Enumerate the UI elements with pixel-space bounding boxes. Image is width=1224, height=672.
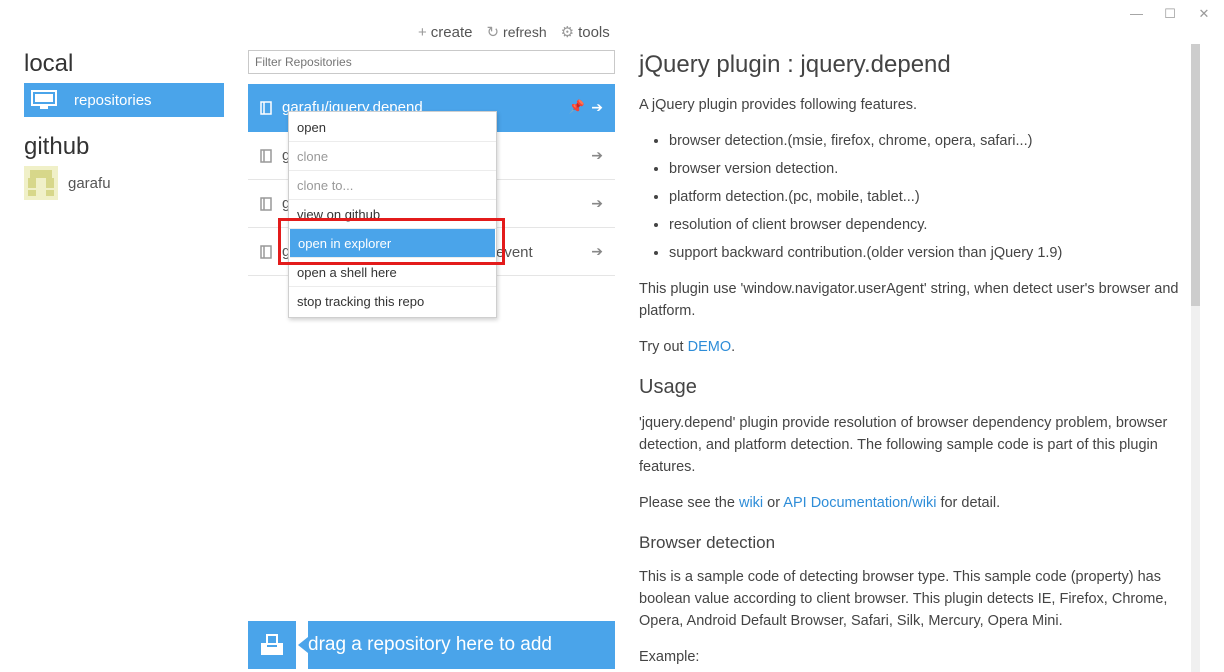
gear-icon: ⚙ (560, 24, 575, 41)
nav-item-repositories[interactable]: repositories (24, 83, 224, 117)
see-prefix: Please see the (639, 495, 739, 511)
tryout-paragraph: Try out DEMO. (639, 336, 1184, 358)
wiki-link[interactable]: wiki (739, 495, 763, 511)
arrow-right-icon[interactable]: ➔ (591, 243, 603, 260)
menu-item-clone-to[interactable]: clone to... (289, 171, 496, 200)
github-heading: github (24, 133, 90, 160)
dropzone[interactable]: drag a repository here to add (248, 621, 615, 669)
pin-icon[interactable]: 📌 (569, 99, 585, 115)
arrow-right-icon[interactable]: ➔ (591, 195, 603, 212)
book-icon (260, 244, 272, 259)
feature-item: platform detection.(pc, mobile, tablet..… (669, 186, 1184, 208)
monitor-icon (30, 89, 58, 111)
example-label: Example: (639, 649, 700, 665)
inbox-icon (248, 621, 296, 669)
see-suffix: for detail. (936, 495, 1001, 511)
nav-item-label: repositories (74, 91, 152, 109)
feature-item: resolution of client browser dependency. (669, 214, 1184, 236)
minimize-button[interactable]: — (1130, 6, 1143, 22)
feature-item: browser detection.(msie, firefox, chrome… (669, 130, 1184, 152)
readme-panel: jQuery plugin : jquery.depend A jQuery p… (639, 50, 1184, 672)
refresh-label: refresh (503, 24, 547, 40)
feature-item: support backward contribution.(older ver… (669, 242, 1184, 264)
maximize-button[interactable]: ☐ (1164, 6, 1176, 22)
create-label: create (430, 23, 473, 41)
tryout-prefix: Try out (639, 339, 688, 355)
plus-icon: + (418, 23, 427, 41)
window-controls: — ☐ ✕ (1130, 6, 1210, 22)
local-heading: local (24, 50, 74, 77)
book-icon (260, 100, 272, 115)
readme-title: jQuery plugin : jquery.depend (639, 51, 951, 78)
create-button[interactable]: + create (418, 23, 472, 41)
feature-item: browser version detection. (669, 158, 1184, 180)
refresh-icon: ↻ (486, 24, 500, 41)
menu-item-clone[interactable]: clone (289, 142, 496, 171)
tryout-suffix: . (731, 339, 736, 355)
demo-link[interactable]: DEMO (688, 339, 732, 355)
avatar (24, 166, 58, 200)
book-icon (260, 148, 272, 163)
filter-repositories-input[interactable] (248, 50, 615, 74)
close-button[interactable]: ✕ (1198, 6, 1210, 22)
left-nav: local repositories github garafu (24, 50, 224, 200)
menu-item-open-in-explorer[interactable]: open in explorer (290, 229, 495, 258)
menu-item-open-a-shell-here[interactable]: open a shell here (289, 258, 496, 287)
usage-paragraph: 'jquery.depend' plugin provide resolutio… (639, 415, 1168, 475)
tools-button[interactable]: ⚙ tools (560, 23, 610, 42)
nav-item-label: garafu (68, 174, 111, 192)
tools-label: tools (578, 23, 610, 41)
arrow-right-icon[interactable]: ➔ (591, 99, 603, 116)
refresh-button[interactable]: ↻ refresh (486, 23, 546, 41)
menu-item-open[interactable]: open (289, 113, 496, 142)
usage-heading: Usage (639, 376, 697, 398)
context-menu: open clone clone to... view on github op… (288, 111, 497, 318)
see-or: or (763, 495, 784, 511)
api-doc-link[interactable]: API Documentation/wiki (783, 495, 936, 511)
useragent-paragraph: This plugin use 'window.navigator.userAg… (639, 281, 1179, 319)
browser-detection-paragraph: This is a sample code of detecting brows… (639, 569, 1168, 629)
nav-item-garafu[interactable]: garafu (24, 166, 224, 200)
menu-item-view-on-github[interactable]: view on github (289, 200, 496, 229)
menu-item-stop-tracking[interactable]: stop tracking this repo (289, 287, 496, 316)
toolbar: + create ↻ refresh ⚙ tools (418, 23, 610, 42)
book-icon (260, 196, 272, 211)
arrow-right-icon[interactable]: ➔ (591, 147, 603, 164)
scrollbar[interactable] (1191, 44, 1200, 672)
feature-list: browser detection.(msie, firefox, chrome… (669, 130, 1184, 264)
readme-intro: A jQuery plugin provides following featu… (639, 97, 918, 113)
repo-name-suffix: event (496, 244, 533, 261)
browser-detection-heading: Browser detection (639, 533, 776, 552)
dropzone-label: drag a repository here to add (298, 621, 615, 669)
see-paragraph: Please see the wiki or API Documentation… (639, 492, 1184, 514)
scrollbar-thumb[interactable] (1191, 44, 1200, 306)
